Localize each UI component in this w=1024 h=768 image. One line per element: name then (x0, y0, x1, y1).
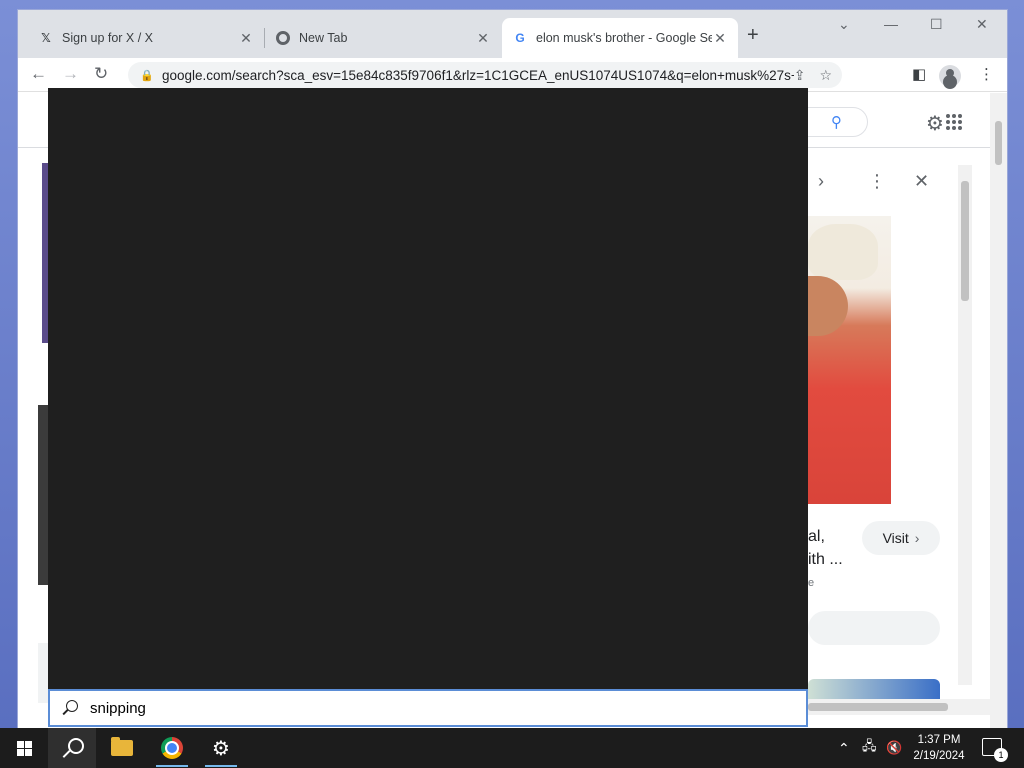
taskbar: ⚙ ⌃ 🖧 🔇 1:37 PM 2/19/2024 1 (0, 728, 1024, 768)
close-tab-icon[interactable]: ✕ (712, 30, 728, 47)
panel-scrollbar[interactable] (958, 165, 972, 685)
tab-search-chevron-icon[interactable]: ⌄ (838, 16, 850, 33)
menu-kebab-icon[interactable]: ⋮ (979, 65, 994, 83)
tab-title: elon musk's brother - Google Se (536, 31, 712, 45)
start-search-input[interactable] (90, 699, 690, 717)
caption-line: al, (808, 528, 825, 545)
side-panel-icon[interactable]: ◧ (912, 65, 926, 83)
lock-icon: 🔒 (140, 69, 154, 82)
chrome-icon (275, 30, 291, 46)
network-icon[interactable]: 🖧 (862, 728, 877, 768)
close-tab-icon[interactable]: ✕ (238, 30, 254, 47)
show-hidden-icons-chevron-icon[interactable]: ⌃ (838, 728, 850, 768)
preview-source: e (808, 577, 815, 589)
more-vert-icon[interactable]: ⋮ (868, 171, 886, 192)
tab-sign-up-x[interactable]: 𝕏 Sign up for X / X ✕ (28, 18, 264, 58)
search-icon (60, 698, 80, 718)
visit-button[interactable]: Visit › (862, 521, 940, 555)
related-pill[interactable] (808, 611, 940, 645)
page-scrollbar[interactable] (990, 93, 1007, 728)
chrome-taskbar-button[interactable] (148, 728, 196, 768)
new-tab-plus-icon[interactable]: + (747, 24, 759, 47)
chevron-right-icon[interactable]: › (818, 171, 824, 192)
x-logo-icon: 𝕏 (41, 31, 51, 45)
tab-title: New Tab (299, 31, 348, 45)
close-tab-icon[interactable]: ✕ (475, 30, 491, 47)
start-search-box[interactable] (48, 689, 808, 727)
search-icon (62, 738, 84, 758)
result-card[interactable] (38, 643, 48, 703)
related-image[interactable] (808, 679, 940, 699)
start-button[interactable] (0, 728, 48, 768)
share-icon[interactable]: ⇪ (794, 67, 806, 84)
minimize-icon[interactable]: — (884, 16, 898, 32)
browser-toolbar: ← → ↻ 🔒 google.com/search?sca_esv=15e84c… (18, 58, 1007, 92)
url-text: google.com/search?sca_esv=15e84c835f9706… (162, 67, 794, 83)
preview-caption: al, ith ... (808, 525, 843, 571)
volume-muted-icon[interactable]: 🔇 (886, 728, 902, 768)
start-search-results-pane (48, 88, 808, 690)
chevron-right-icon: › (914, 530, 920, 546)
result-thumbnail[interactable] (38, 405, 48, 585)
notification-count-badge: 1 (994, 748, 1008, 762)
hat-shape (808, 224, 878, 280)
caption-line: ith ... (808, 551, 843, 568)
maximize-icon[interactable]: ☐ (930, 16, 943, 33)
close-window-icon[interactable]: ✕ (976, 16, 988, 33)
tab-new-tab[interactable]: New Tab ✕ (265, 18, 501, 58)
back-arrow-icon[interactable]: ← (30, 64, 47, 84)
folder-icon (111, 737, 133, 756)
close-icon[interactable]: ✕ (914, 171, 929, 192)
system-clock[interactable]: 1:37 PM 2/19/2024 (908, 732, 970, 764)
settings-gear-icon[interactable]: ⚙ (926, 111, 944, 136)
clock-time: 1:37 PM (917, 734, 961, 746)
face-shape (808, 276, 848, 336)
search-icon: ⚲ (831, 114, 842, 131)
taskbar-search-button[interactable] (48, 728, 96, 768)
visit-label: Visit (882, 530, 909, 546)
tab-strip: 𝕏 Sign up for X / X ✕ New Tab ✕ G elon m… (18, 10, 1007, 58)
tab-google-search[interactable]: G elon musk's brother - Google Se ✕ (502, 18, 738, 58)
forward-arrow-icon[interactable]: → (62, 64, 79, 84)
chrome-icon (161, 737, 183, 759)
bookmark-star-icon[interactable]: ☆ (819, 67, 832, 84)
google-icon: G (515, 31, 525, 45)
file-explorer-button[interactable] (98, 728, 146, 768)
preview-image[interactable] (808, 216, 891, 504)
tab-title: Sign up for X / X (62, 31, 154, 45)
gear-icon: ⚙ (212, 737, 230, 760)
windows-logo-icon (16, 740, 32, 756)
clock-date: 2/19/2024 (913, 750, 965, 762)
address-bar[interactable]: 🔒 google.com/search?sca_esv=15e84c835f97… (128, 62, 842, 88)
settings-taskbar-button[interactable]: ⚙ (197, 728, 245, 768)
reload-icon[interactable]: ↻ (94, 64, 108, 84)
apps-grid-icon[interactable] (946, 114, 962, 130)
profile-avatar[interactable] (939, 65, 961, 87)
